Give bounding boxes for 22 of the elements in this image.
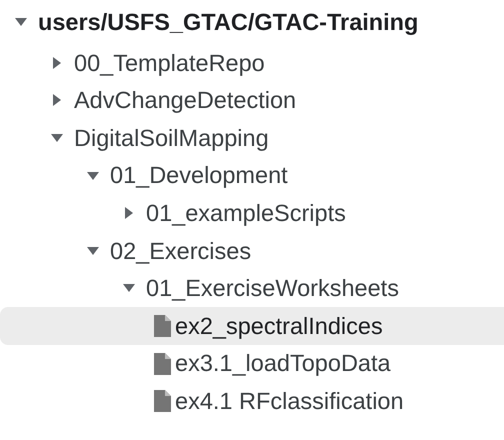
folder-item[interactable]: users/USFS_GTAC/GTAC-Training [0,0,504,44]
caret-right-icon[interactable] [52,93,62,108]
caret-down-icon[interactable] [122,283,136,294]
folder-item[interactable]: AdvChangeDetection [0,82,504,120]
file-icon [154,314,171,337]
file-icon [154,352,171,375]
caret-down-icon[interactable] [86,170,100,181]
caret-down-icon[interactable] [14,17,28,27]
folder-item[interactable]: 02_Exercises [0,232,504,270]
file-item[interactable]: ex3.1_loadTopoData [0,344,504,382]
caret-down-icon[interactable] [86,246,100,256]
caret-down-icon[interactable] [50,132,64,143]
folder-item[interactable]: 00_TemplateRepo [0,44,504,82]
folder-item[interactable]: 01_exampleScripts [0,194,504,232]
file-item[interactable]: ex2_spectralIndices [0,307,504,345]
caret-right-icon[interactable] [52,56,62,70]
folder-item[interactable]: 01_ExerciseWorksheets [0,270,504,308]
folder-item[interactable]: DigitalSoilMapping [0,119,504,157]
caret-right-icon[interactable] [124,206,134,220]
file-item[interactable]: ex4.1 RFclassification [0,382,504,420]
file-icon [154,390,171,412]
folder-item[interactable]: 01_Development [0,156,504,194]
